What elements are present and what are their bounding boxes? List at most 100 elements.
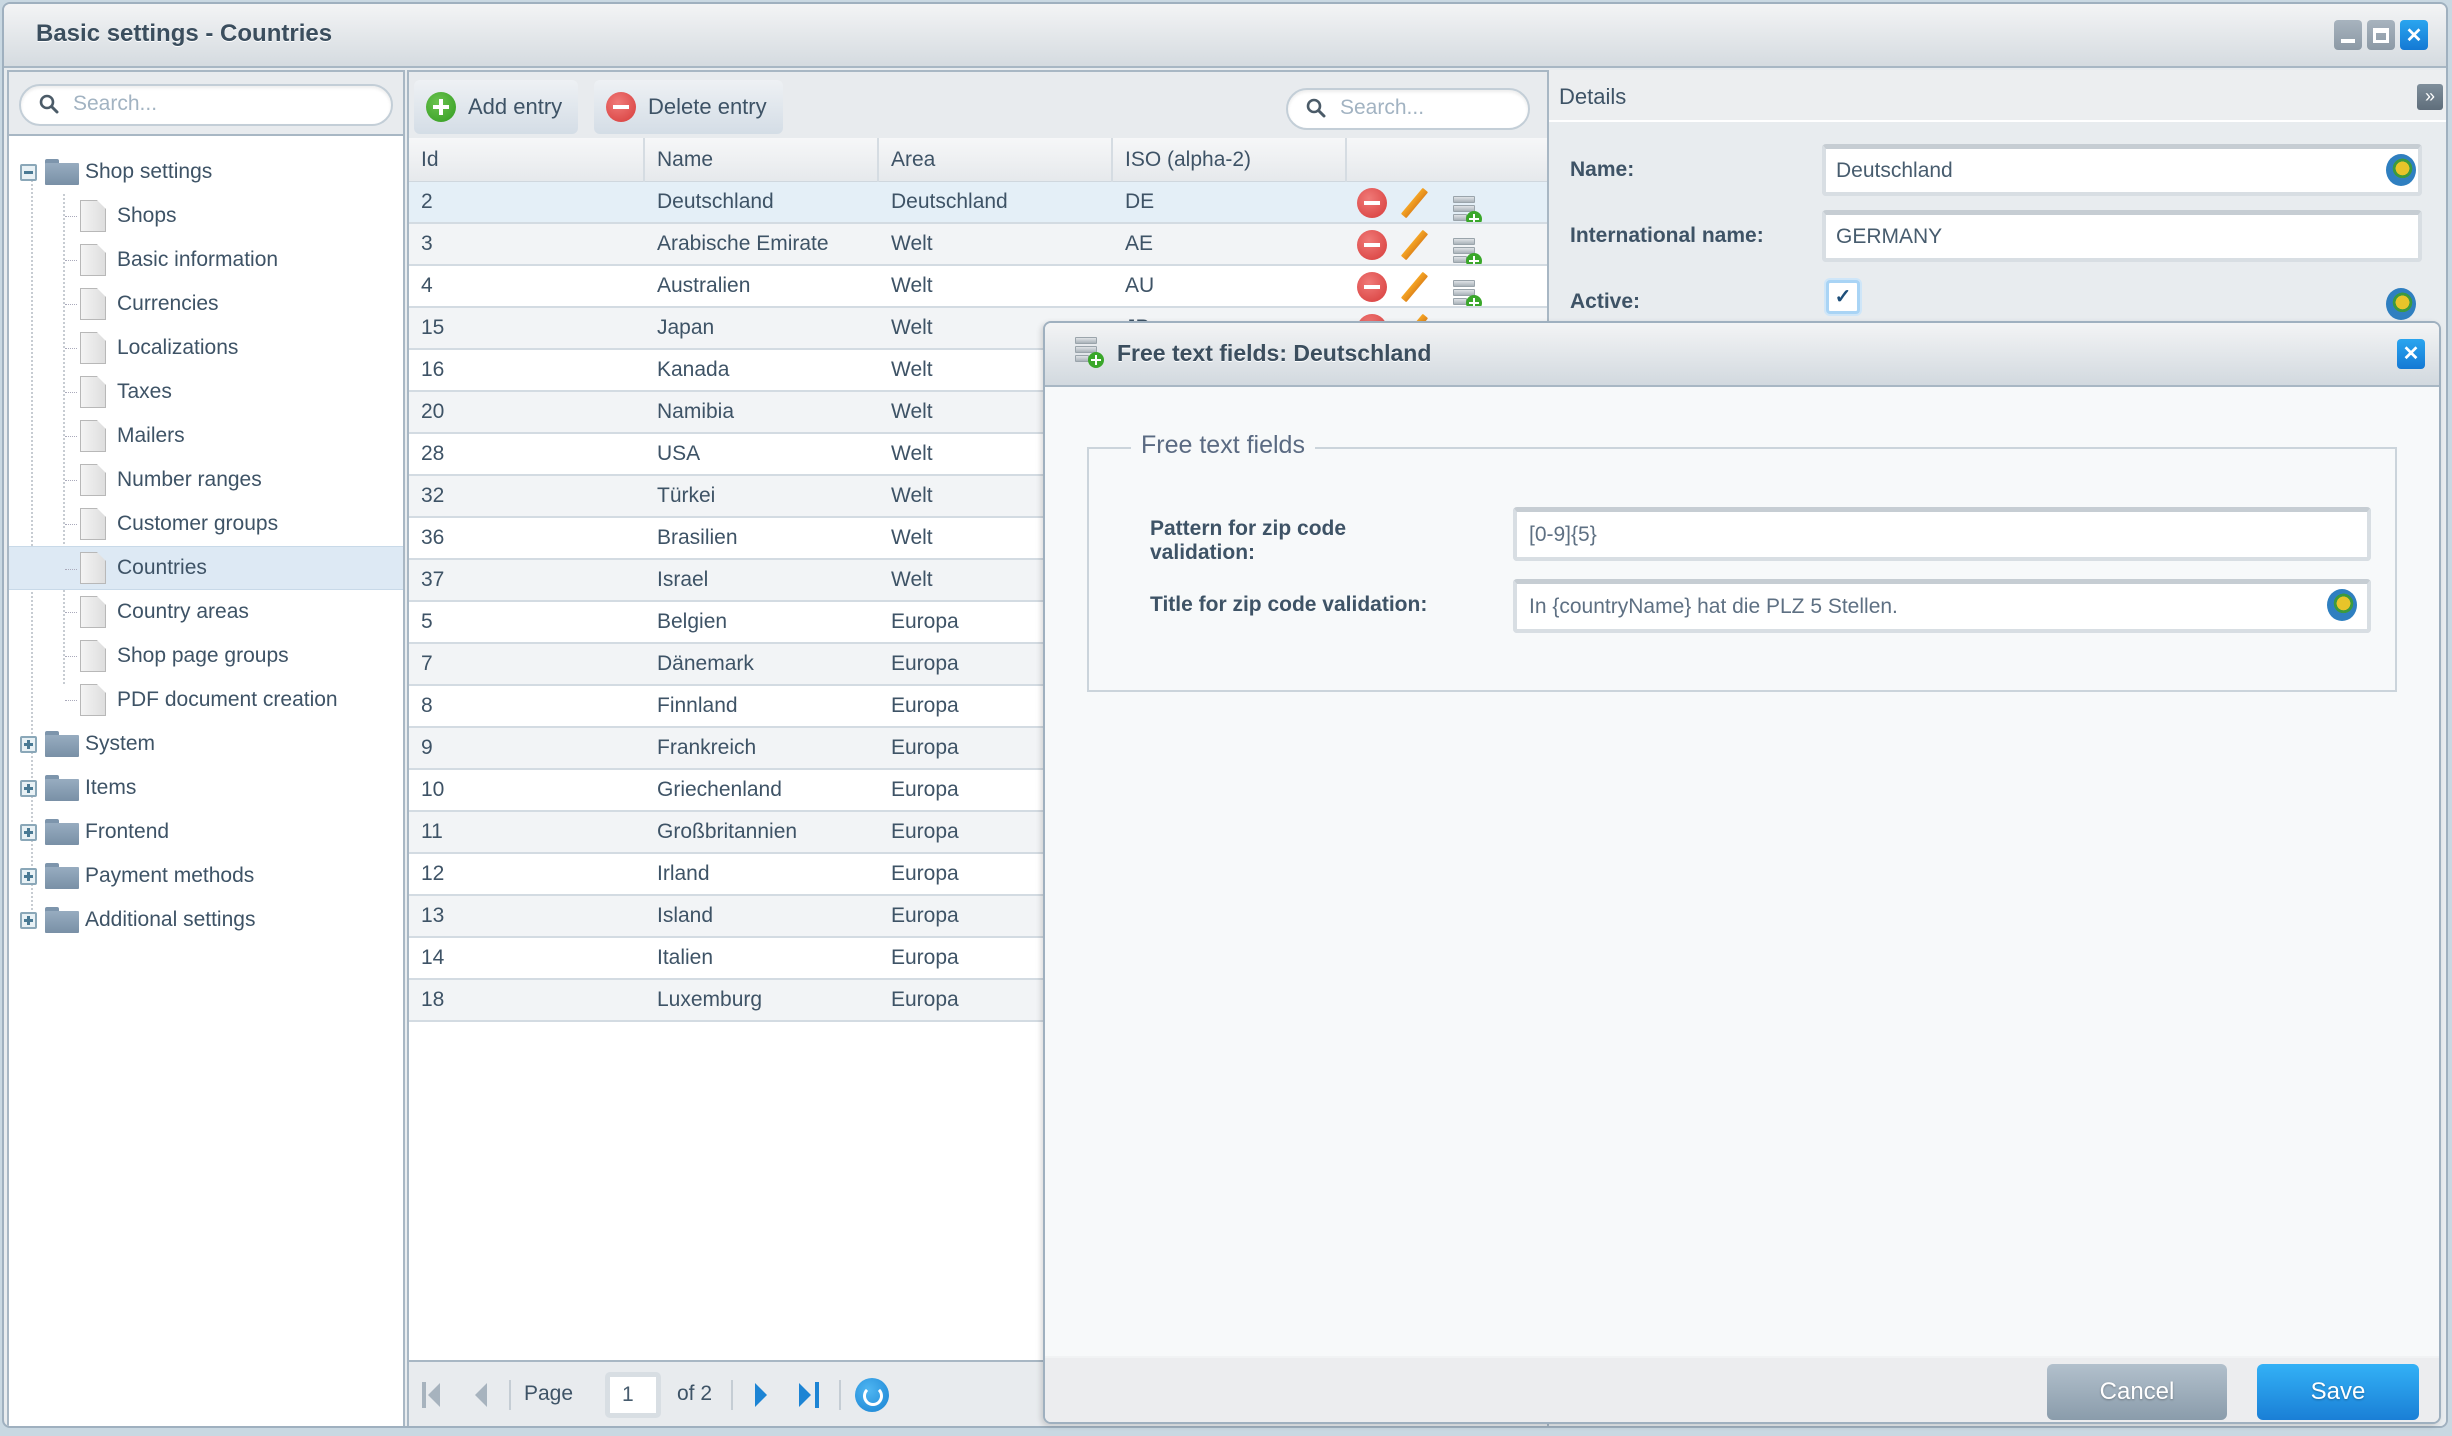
first-page-icon[interactable] [422,1382,444,1408]
cell-name: USA [657,442,701,465]
search-icon [39,94,59,114]
cell-name: Frankreich [657,736,757,759]
expand-icon[interactable] [20,735,37,753]
tree-item-localizations[interactable]: Localizations [9,326,403,370]
tree-item-shops[interactable]: Shops [9,194,403,238]
folder-icon [45,863,79,889]
tree-search-input[interactable] [73,92,332,116]
tree-connector [65,569,77,570]
zip-pattern-input[interactable] [1513,507,2371,561]
tree-item-customer-groups[interactable]: Customer groups [9,502,403,546]
column-header-id[interactable]: Id [409,138,645,182]
cell-name: Irland [657,862,710,885]
expand-icon[interactable] [20,867,37,885]
folder-icon [45,819,79,845]
expand-icon[interactable] [20,779,37,797]
expand-icon[interactable] [20,911,37,929]
tree-item-label: Additional settings [85,908,256,931]
international-name-input[interactable] [1822,210,2422,262]
tree-item-basic-information[interactable]: Basic information [9,238,403,282]
window-header[interactable]: Basic settings - Countries [4,4,2446,68]
free-text-fieldset: Free text fields Pattern for zip code va… [1087,431,2397,692]
search-icon [1306,98,1326,118]
cancel-button[interactable]: Cancel [2047,1364,2227,1420]
delete-entry-button[interactable]: Delete entry [594,80,783,134]
refresh-icon[interactable] [855,1378,889,1412]
column-header-area[interactable]: Area [879,138,1113,182]
translation-globe-icon[interactable] [2386,154,2416,186]
tree-folder-payment-methods[interactable]: Payment methods [9,854,403,898]
details-header: Details » [1549,70,2446,122]
tree-folder-system[interactable]: System [9,722,403,766]
tree-item-label: Taxes [117,380,172,403]
tree-item-number-ranges[interactable]: Number ranges [9,458,403,502]
expand-icon[interactable] [20,823,37,841]
table-row[interactable]: 2 Deutschland Deutschland DE [409,182,1547,224]
free-text-fields-dialog: Free text fields: Deutschland ✕ Free tex… [1043,321,2441,1424]
minimize-icon[interactable] [2334,20,2362,50]
tree-folder-additional-settings[interactable]: Additional settings [9,898,403,942]
tree-item-currencies[interactable]: Currencies [9,282,403,326]
active-checkbox[interactable]: ✓ [1826,280,1860,314]
translation-globe-icon[interactable] [2386,288,2416,320]
tree-folder-frontend[interactable]: Frontend [9,810,403,854]
tree-item-pdf-document-creation[interactable]: PDF document creation [9,678,403,722]
collapse-icon[interactable] [20,163,37,181]
next-page-icon[interactable] [755,1382,769,1408]
tree-item-shop-page-groups[interactable]: Shop page groups [9,634,403,678]
dialog-header[interactable]: Free text fields: Deutschland ✕ [1045,323,2439,387]
tree-folder-items[interactable]: Items [9,766,403,810]
grid-search-field[interactable] [1286,88,1530,130]
column-header-name[interactable]: Name [645,138,879,182]
cell-id: 36 [421,526,445,549]
delete-icon [606,92,636,122]
cell-name: Luxemburg [657,988,763,1011]
document-icon [80,200,106,232]
cell-id: 28 [421,442,445,465]
tree-item-countries[interactable]: Countries [9,546,403,590]
edit-pencil-icon[interactable] [1399,272,1429,302]
tree-folder-shop-settings[interactable]: Shop settings [9,150,403,194]
cell-id: 32 [421,484,445,507]
table-row[interactable]: 3 Arabische Emirate Welt AE [409,224,1547,266]
tree-item-mailers[interactable]: Mailers [9,414,403,458]
grid-header-row: Id Name Area ISO (alpha-2) [409,138,1547,182]
translation-globe-icon[interactable] [2327,589,2357,621]
edit-pencil-icon[interactable] [1399,188,1429,218]
cell-name: Italien [657,946,714,969]
cell-name: Belgien [657,610,728,633]
zip-title-input[interactable] [1513,579,2371,633]
name-input[interactable] [1822,144,2422,196]
tree-connector [65,260,77,261]
dialog-close-icon[interactable]: ✕ [2397,339,2425,369]
delete-row-icon[interactable] [1357,272,1387,302]
tree-connector [65,216,77,217]
close-icon[interactable] [2400,20,2428,50]
grid-toolbar: Add entry Delete entry [409,72,1547,138]
pager-separator [731,1380,733,1410]
cell-id: 5 [421,610,433,633]
last-page-icon[interactable] [799,1382,821,1408]
zip-title-label: Title for zip code validation: [1150,593,1428,616]
window-title: Basic settings - Countries [36,20,333,47]
edit-pencil-icon[interactable] [1399,230,1429,260]
settings-tree: Shop settings Shops Basic information Curre… [9,150,403,942]
tree-item-label: Customer groups [117,512,279,535]
cell-name: Australien [657,274,751,297]
document-icon [80,684,106,716]
grid-search-input[interactable] [1340,96,1508,120]
tree-item-taxes[interactable]: Taxes [9,370,403,414]
delete-row-icon[interactable] [1357,188,1387,218]
maximize-icon[interactable] [2367,20,2395,50]
tree-item-country-areas[interactable]: Country areas [9,590,403,634]
delete-row-icon[interactable] [1357,230,1387,260]
tree-search-field[interactable] [19,84,393,126]
collapse-panel-icon[interactable]: » [2417,84,2443,110]
column-header-iso[interactable]: ISO (alpha-2) [1113,138,1347,182]
document-icon [80,332,106,364]
save-button[interactable]: Save [2257,1364,2419,1420]
previous-page-icon[interactable] [475,1382,489,1408]
add-entry-button[interactable]: Add entry [414,80,579,134]
page-number-input[interactable] [605,1372,661,1418]
table-row[interactable]: 4 Australien Welt AU [409,266,1547,308]
